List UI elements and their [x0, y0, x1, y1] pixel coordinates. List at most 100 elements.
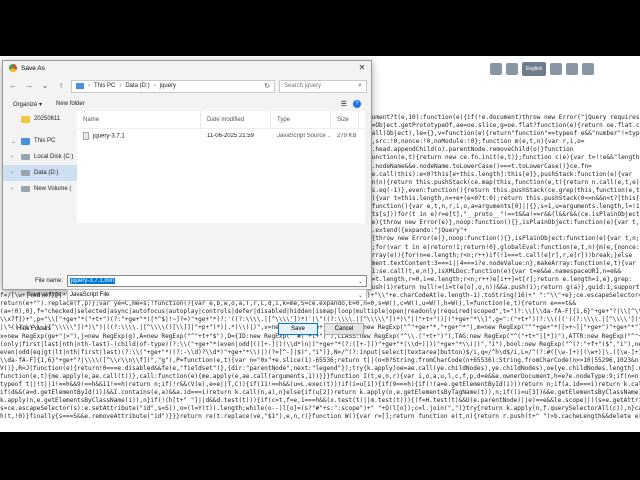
video-frame: English cument?t(e,10):function(e){if(!e…: [0, 0, 640, 480]
chevron-down-icon[interactable]: ⌄: [11, 138, 17, 145]
file-name-cell: jquery-3.7.1: [77, 132, 201, 140]
language-chip[interactable]: English: [522, 62, 547, 76]
code-line: (only|first|last|nth|nth-last)-(child|of…: [0, 340, 640, 348]
nav-item-data-drive[interactable]: › Data (D:): [3, 165, 77, 181]
hide-folders-label: Hide Folders: [17, 326, 52, 332]
cancel-button[interactable]: Cancel: [324, 323, 364, 335]
organize-button[interactable]: Organize ▾: [13, 101, 42, 108]
dialog-title: Save As: [21, 64, 45, 72]
nav-item-label: This PC: [34, 138, 56, 144]
desktop-screen: English cument?t(e,10):function(e){if(!e…: [0, 56, 640, 432]
file-name: jquery-3.7.1: [93, 133, 125, 140]
code-line: (a=!0),0},f="checked|selected|async|auto…: [0, 308, 640, 316]
nav-item-this-pc[interactable]: ⌄ This PC: [3, 133, 77, 149]
file-row[interactable]: jquery-3.7.1 11-06-2025 21:59 JavaScript…: [77, 129, 371, 143]
code-line: s=ce.escapeSelector(s):e.setAttribute("i…: [0, 405, 640, 413]
forward-arrow-icon[interactable]: →: [23, 80, 35, 92]
dialog-titlebar: Save As ✕: [3, 61, 371, 75]
save-type-row: Save as type: JavaScript File ⌄: [3, 289, 371, 301]
up-arrow-icon[interactable]: ↑: [55, 80, 67, 92]
pc-icon: [21, 137, 30, 145]
code-line: h(t,!0)}finally{s===S&&e.removeAttribute…: [0, 413, 640, 421]
file-icon: [83, 132, 89, 140]
chrome-icon: [9, 64, 17, 72]
nav-item-label: Local Disk (C:): [34, 154, 74, 160]
chevron-up-icon: ⌃: [8, 326, 14, 333]
close-icon[interactable]: ✕: [353, 61, 371, 75]
file-name-row: File name: jquery-3.7.1.min ⌄: [3, 275, 371, 287]
breadcrumb-item[interactable]: jquery: [160, 83, 176, 89]
save-type-label: Save as type:: [26, 292, 63, 298]
chevron-right-icon[interactable]: ›: [11, 186, 17, 192]
toolbar-icon[interactable]: [506, 63, 518, 75]
view-options-icon[interactable]: ☰: [341, 100, 347, 108]
code-line: \\da-fA-F]{1,6}"+ge+"?|\\\\([^\\r\\n\\f]…: [0, 356, 640, 364]
nav-item-new-volume[interactable]: › New Volume (: [3, 181, 77, 197]
drive-icon: [21, 186, 30, 192]
code-line: if(d&&(a=d.getElementById(i))&&I.contain…: [0, 389, 640, 397]
breadcrumb-item[interactable]: This PC: [94, 83, 115, 89]
file-name-value: jquery-3.7.1.min: [70, 278, 116, 284]
chevron-right-icon[interactable]: ›: [11, 154, 17, 160]
nav-item-folder[interactable]: 20250611: [3, 111, 77, 127]
toolbar-icon[interactable]: [550, 63, 563, 75]
toolbar-icon[interactable]: [490, 63, 502, 75]
nav-item-local-disk[interactable]: › Local Disk (C:): [3, 149, 77, 165]
help-icon[interactable]: ?: [353, 100, 361, 108]
code-line: k.apply(n,e.getElementsByClassName(i)),n…: [0, 397, 640, 405]
column-header-size[interactable]: Size: [331, 110, 359, 129]
breadcrumb-separator: ›: [119, 83, 122, 89]
file-list-header: Name Date modified Type Size: [77, 110, 371, 129]
drive-icon: [21, 154, 30, 160]
chevron-right-icon[interactable]: ›: [11, 170, 17, 176]
pc-icon: [76, 83, 84, 89]
save-button[interactable]: Save: [278, 323, 318, 335]
file-list: Name Date modified Type Size jquery-3.7.…: [77, 110, 371, 223]
search-placeholder: Search jquery: [284, 83, 322, 89]
chevron-down-icon[interactable]: ⌄: [39, 80, 51, 92]
column-header-date[interactable]: Date modified: [201, 110, 271, 129]
nav-item-label: Data (D:): [34, 170, 59, 176]
file-size: 279 KB: [337, 133, 357, 139]
column-header-type[interactable]: Type: [271, 110, 331, 129]
code-line: function(e,t){me.apply(e,ae.call(t))},ca…: [0, 373, 640, 380]
save-type-value: JavaScript File: [70, 292, 110, 298]
breadcrumb-separator: ›: [153, 83, 156, 89]
toolbar-icon[interactable]: [582, 63, 595, 75]
vertical-scrollbar[interactable]: [365, 111, 371, 223]
navigation-bar: ← → ⌄ ↑ › This PC › Data (D:) › jquery ↻…: [3, 75, 371, 97]
nav-item-label: 20250611: [34, 116, 61, 122]
toolbar-icon[interactable]: [566, 63, 579, 75]
file-date: 11-06-2025 21:59: [207, 133, 254, 139]
hide-folders-toggle[interactable]: ⌃ Hide Folders: [2, 326, 51, 333]
address-bar[interactable]: › This PC › Data (D:) › jquery ↻: [71, 79, 275, 93]
save-as-dialog: Save As ✕ ← → ⌄ ↑ › This PC › Data (D:) …: [2, 60, 372, 301]
file-name-label: File name:: [34, 278, 63, 284]
search-icon: ⌕: [358, 82, 362, 89]
drive-icon: [21, 170, 30, 176]
search-input[interactable]: Search jquery ⌕: [279, 79, 367, 93]
new-folder-button[interactable]: New folder: [56, 101, 85, 107]
view-controls: ☰ ?: [341, 100, 361, 108]
chevron-down-icon[interactable]: ⌄: [358, 277, 363, 287]
nav-item-label: New Volume (: [34, 186, 72, 192]
dialog-footer: ⌃ Hide Folders Save Cancel: [2, 320, 370, 338]
breadcrumb-separator: ›: [88, 83, 90, 89]
folder-icon: [21, 115, 30, 123]
refresh-icon[interactable]: ↻: [264, 82, 270, 90]
code-line: V()},R=J(function(e){return!0===e.disabl…: [0, 364, 640, 372]
save-type-select[interactable]: JavaScript File ⌄: [67, 289, 367, 301]
navigation-pane: 20250611 ⌄ This PC › Local Disk (C:) › D…: [3, 111, 77, 223]
back-arrow-icon[interactable]: ←: [7, 80, 19, 92]
dialog-body: 20250611 ⌄ This PC › Local Disk (C:) › D…: [3, 110, 371, 223]
file-name-input[interactable]: jquery-3.7.1.min ⌄: [67, 275, 367, 287]
column-header-name[interactable]: Name: [77, 110, 201, 129]
page-toolbar: English: [490, 60, 640, 78]
file-type: JavaScript Source ...: [277, 133, 331, 139]
code-line: even|odd|eq|gt|lt|nth|first|last)(?:\\("…: [0, 348, 640, 356]
code-line: return(e+"").replace(f,p)};var ye=C,me=s…: [0, 300, 576, 308]
chevron-down-icon[interactable]: ⌄: [358, 291, 363, 301]
command-bar: Organize ▾ New folder ☰ ?: [3, 97, 371, 111]
breadcrumb-item[interactable]: Data (D:): [125, 83, 149, 89]
code-line: typeof t||!t||1!==h&&9!==h&&11!==h)retur…: [0, 381, 640, 389]
